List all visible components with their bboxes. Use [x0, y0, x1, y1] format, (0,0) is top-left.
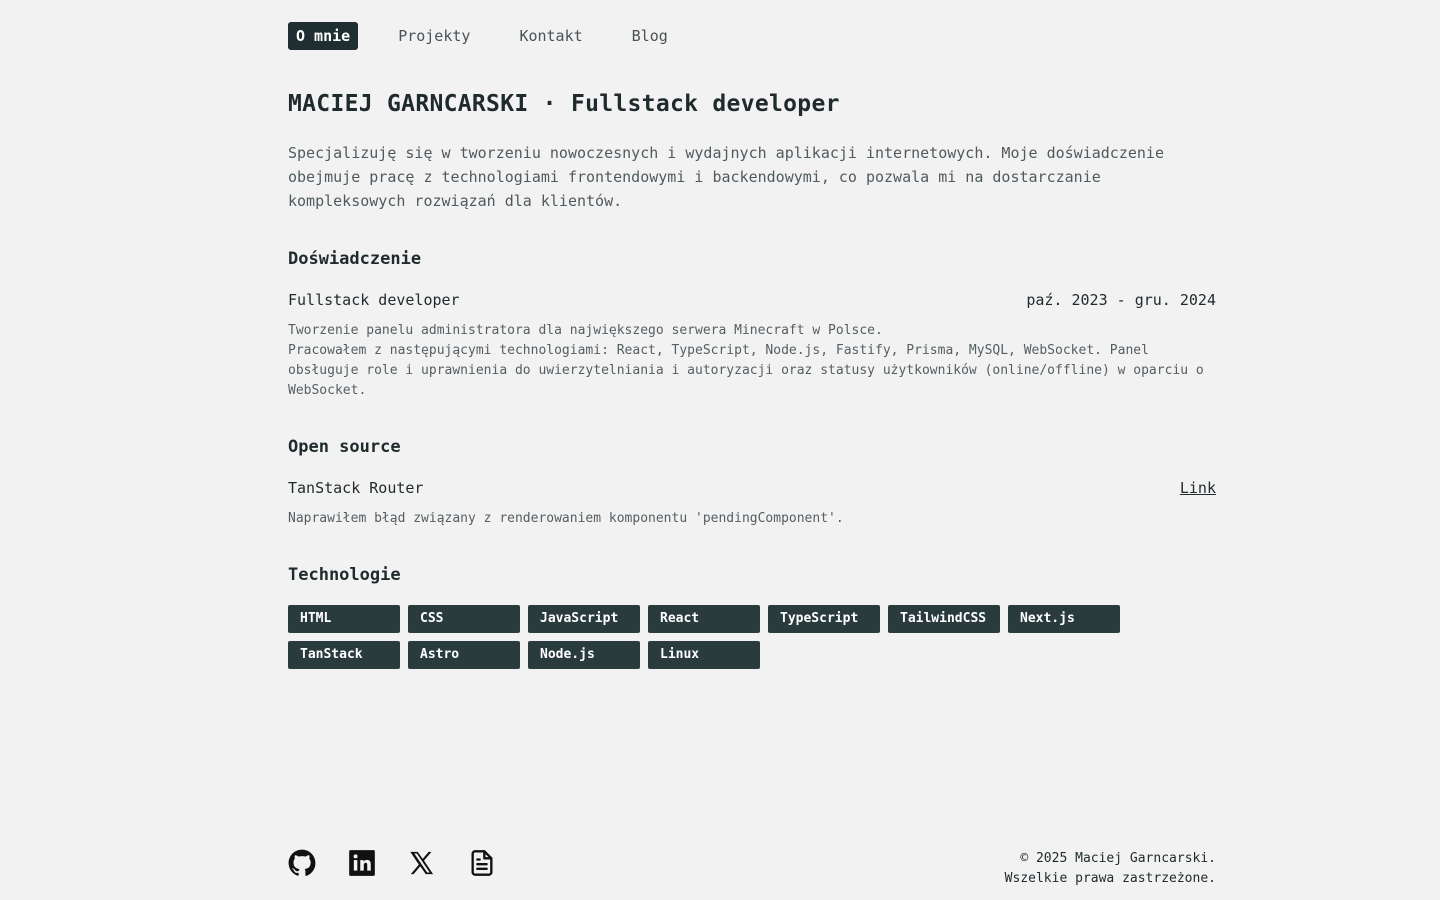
- linkedin-icon[interactable]: [348, 848, 376, 878]
- tag-html: HTML: [288, 605, 400, 633]
- tag-typescript: TypeScript: [768, 605, 880, 633]
- github-icon[interactable]: [288, 848, 316, 878]
- opensource-heading: Open source: [288, 437, 401, 457]
- tag-javascript: JavaScript: [528, 605, 640, 633]
- copyright-line-1: © 2025 Maciej Garncarski.: [1020, 851, 1216, 866]
- tag-react: React: [648, 605, 760, 633]
- experience-description-line1: Tworzenie panelu administratora dla najw…: [288, 323, 883, 338]
- page-title: MACIEJ GARNCARSKI · Fullstack developer: [288, 91, 840, 117]
- nav-item-contact[interactable]: Kontakt: [519, 22, 582, 50]
- intro-text: Specjalizuję się w tworzeniu nowoczesnyc…: [288, 144, 1164, 210]
- experience-description: Tworzenie panelu administratora dla najw…: [288, 321, 1216, 401]
- nav-item-projects[interactable]: Projekty: [398, 22, 470, 50]
- copyright-line-2: Wszelkie prawa zastrzeżone.: [1004, 871, 1216, 886]
- experience-role: Fullstack developer: [288, 291, 460, 309]
- main-nav: O mnie Projekty Kontakt Blog: [288, 22, 717, 50]
- opensource-project: TanStack Router: [288, 479, 424, 497]
- document-icon[interactable]: [468, 848, 496, 878]
- tag-css: CSS: [408, 605, 520, 633]
- opensource-description: Naprawiłem błąd związany z renderowaniem…: [288, 511, 844, 526]
- social-links: [288, 848, 496, 878]
- footer: © 2025 Maciej Garncarski. Wszelkie prawa…: [288, 848, 1216, 890]
- tag-nextjs: Next.js: [1008, 605, 1120, 633]
- tag-linux: Linux: [648, 641, 760, 669]
- nav-item-about[interactable]: O mnie: [288, 22, 359, 50]
- technology-tags: HTML CSS JavaScript React TypeScript Tai…: [288, 605, 1216, 669]
- tag-nodejs: Node.js: [528, 641, 640, 669]
- opensource-row: TanStack Router Link: [288, 477, 1216, 499]
- experience-row: Fullstack developer paź. 2023 - gru. 202…: [288, 289, 1216, 311]
- experience-period: paź. 2023 - gru. 2024: [1026, 291, 1216, 309]
- experience-description-line2: Pracowałem z następującymi technologiami…: [288, 343, 1204, 398]
- page-container: O mnie Projekty Kontakt Blog MACIEJ GARN…: [288, 0, 1216, 900]
- copyright: © 2025 Maciej Garncarski. Wszelkie prawa…: [1005, 849, 1216, 889]
- experience-heading: Doświadczenie: [288, 249, 422, 269]
- tag-tailwindcss: TailwindCSS: [888, 605, 1000, 633]
- technologies-heading: Technologie: [288, 565, 401, 585]
- nav-item-blog[interactable]: Blog: [632, 22, 668, 50]
- tag-astro: Astro: [408, 641, 520, 669]
- opensource-link[interactable]: Link: [1180, 477, 1216, 499]
- tag-tanstack: TanStack: [288, 641, 400, 669]
- x-icon[interactable]: [408, 848, 436, 878]
